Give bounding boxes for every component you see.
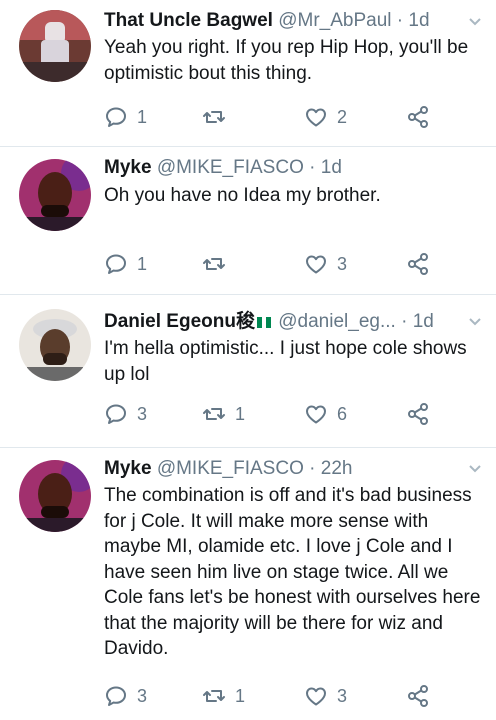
retweet-button[interactable] [202,251,235,277]
reply-button[interactable]: 3 [104,401,147,427]
separator: · [309,458,316,479]
reply-icon [106,254,126,274]
avatar-photo-purple-icon [19,159,91,231]
action-bar: 3 1 6 [104,401,484,427]
like-count: 6 [337,403,348,424]
retweet-icon [203,408,225,420]
retweet-count: 1 [235,403,246,424]
tweet[interactable]: Myke @MIKE_FIASCO · 22h The combination … [0,448,496,720]
tweet-text: I'm hella optimistic... I just hope cole… [104,338,467,385]
reply-count: 1 [137,106,148,127]
user-handle[interactable]: @MIKE_FIASCO [157,157,304,178]
avatar[interactable] [19,159,91,231]
separator: · [396,10,404,31]
like-button[interactable]: 3 [304,251,347,277]
retweet-button[interactable]: 1 [202,401,245,427]
reply-count: 3 [137,685,148,706]
action-bar: 1 2 [104,104,484,130]
share-icon [408,685,428,707]
share-icon [408,253,428,275]
separator: · [309,157,316,178]
tweet-text: Oh you have no Idea my brother. [104,185,381,206]
action-bar: 3 1 3 [104,683,484,709]
avatar-photo-white-cap-icon [19,309,91,381]
tweet[interactable]: Daniel Egeonu稄 @daniel_eg... · 1d I'm he… [0,295,496,447]
avatar[interactable] [19,460,91,532]
retweet-count: 1 [235,685,246,706]
nigeria-flag-icon [256,310,271,328]
like-button[interactable]: 3 [304,683,347,709]
avatar[interactable] [19,10,91,82]
like-count: 2 [337,106,348,127]
retweet-icon [203,258,225,270]
chevron-down-icon[interactable] [468,462,482,476]
avatar[interactable] [19,309,91,381]
user-handle[interactable]: @MIKE_FIASCO [157,458,304,479]
like-count: 3 [337,253,348,274]
like-icon [306,405,326,424]
chevron-down-icon[interactable] [468,15,482,29]
timestamp[interactable]: 22h [321,458,353,479]
share-button[interactable] [406,251,430,277]
tweet[interactable]: Myke @MIKE_FIASCO · 1d Oh you have no Id… [0,147,496,293]
avatar-photo-purple-icon [19,460,91,532]
retweet-icon [203,690,225,702]
reply-button[interactable]: 1 [104,251,147,277]
chevron-down-icon[interactable] [468,315,482,329]
reply-button[interactable]: 1 [104,104,147,130]
share-button[interactable] [406,104,430,130]
reply-button[interactable]: 3 [104,683,147,709]
like-icon [306,687,326,706]
like-button[interactable]: 6 [304,401,347,427]
reply-icon [106,107,126,127]
reply-count: 1 [137,253,148,274]
like-icon [306,255,326,274]
display-name[interactable]: Myke [104,458,152,479]
timestamp[interactable]: 1d [408,10,429,31]
timestamp[interactable]: 1d [321,157,342,178]
like-icon [306,108,326,127]
tweet-text: Yeah you right. If you rep Hip Hop, you'… [104,37,469,84]
like-button[interactable]: 2 [304,104,347,130]
display-name[interactable]: Daniel Egeonu稄 [104,311,255,332]
action-bar: 1 3 [104,251,484,277]
avatar-photo-red-icon [19,10,91,82]
user-handle[interactable]: @daniel_eg... [278,311,396,332]
share-icon [408,106,428,128]
tweet-text: The combination is off and it's bad busi… [104,485,481,659]
share-button[interactable] [406,683,430,709]
user-handle[interactable]: @Mr_AbPaul [278,10,391,31]
tweet[interactable]: That Uncle Bagwel @Mr_AbPaul · 1d Yeah y… [0,0,496,146]
retweet-button[interactable]: 1 [202,683,245,709]
share-icon [408,403,428,425]
timestamp[interactable]: 1d [413,311,434,332]
reply-icon [106,404,126,424]
like-count: 3 [337,685,348,706]
reply-count: 3 [137,403,148,424]
separator: · [401,311,408,332]
reply-icon [106,686,126,706]
display-name[interactable]: That Uncle Bagwel [104,10,273,31]
share-button[interactable] [406,401,430,427]
retweet-button[interactable] [202,104,235,130]
retweet-icon [203,111,225,123]
display-name[interactable]: Myke [104,157,152,178]
